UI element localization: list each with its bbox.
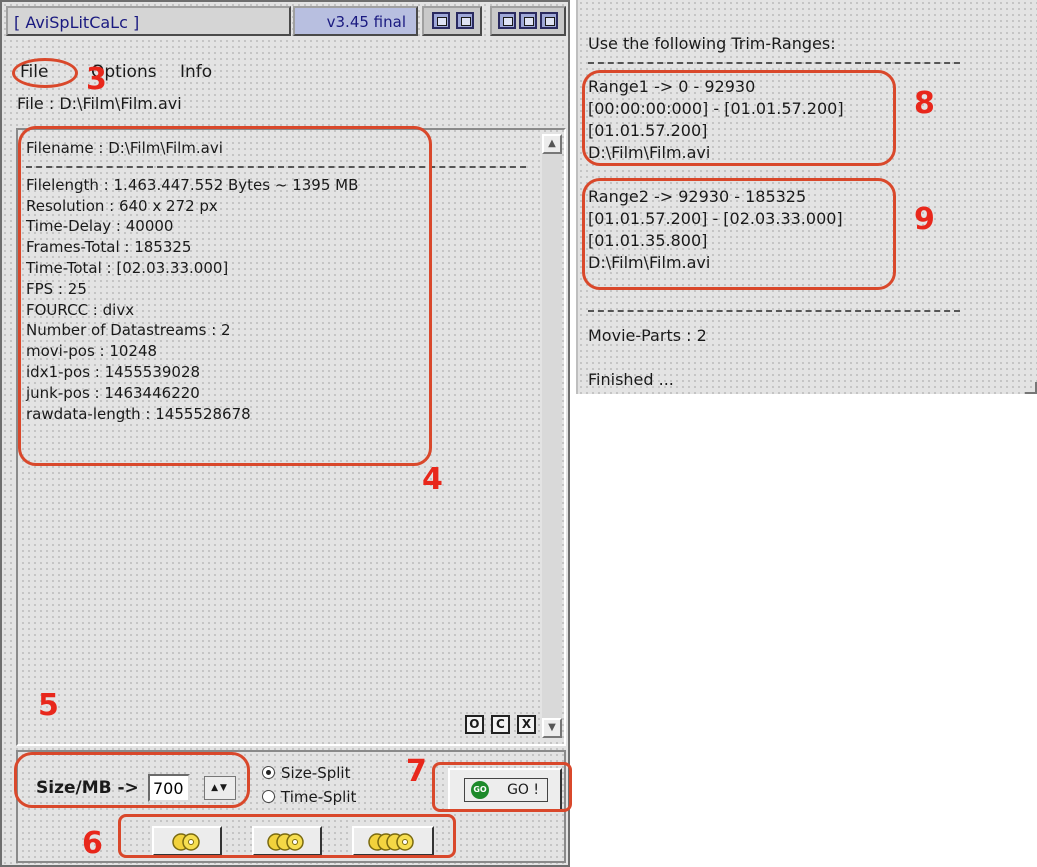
annotation-9: 9: [914, 202, 935, 237]
panel-buttons: O C X: [463, 713, 536, 734]
finished-line: Finished ...: [588, 370, 674, 389]
annotation-range1-outline: [582, 70, 896, 166]
annotation-6: 6: [82, 826, 103, 861]
menu-info[interactable]: Info: [180, 62, 212, 82]
window-tool-buttons: [422, 6, 482, 36]
resize-grip-icon[interactable]: [1025, 382, 1037, 394]
annotation-range2-outline: [582, 178, 896, 290]
radio-size-split-label: Size-Split: [281, 764, 351, 782]
annotation-info-outline: [18, 126, 432, 466]
tool-button-1[interactable]: [432, 12, 450, 29]
title-bar: [ AviSpLitCaLc ] v3.45 final: [6, 6, 566, 40]
log-separator: [588, 62, 960, 64]
open-button[interactable]: O: [464, 715, 484, 734]
radio-selected-icon: [262, 766, 275, 779]
copy-button[interactable]: C: [490, 715, 510, 734]
annotation-4: 4: [422, 462, 443, 497]
annotation-8: 8: [914, 86, 935, 121]
annotation-size-outline: [14, 752, 250, 808]
vertical-scrollbar[interactable]: ▲ ▼: [542, 134, 562, 738]
movie-parts-line: Movie-Parts : 2: [588, 326, 707, 345]
scroll-up-icon[interactable]: ▲: [542, 134, 562, 154]
radio-time-split-label: Time-Split: [281, 788, 357, 806]
minimize-button[interactable]: [498, 12, 516, 29]
maximize-button[interactable]: [519, 12, 537, 29]
annotation-file-menu-outline: [12, 58, 78, 88]
annotation-3: 3: [86, 62, 107, 97]
clear-button[interactable]: X: [517, 715, 536, 734]
title-segment[interactable]: [ AviSpLitCaLc ]: [6, 6, 291, 36]
radio-empty-icon: [262, 790, 275, 803]
radio-size-split[interactable]: Size-Split: [262, 764, 350, 782]
window-control-buttons: [490, 6, 566, 36]
annotation-5: 5: [38, 688, 59, 723]
version-label: v3.45 final: [326, 13, 406, 31]
radio-time-split[interactable]: Time-Split: [262, 788, 356, 806]
log-separator: [588, 310, 960, 312]
annotation-go-outline: [432, 762, 572, 812]
log-header: Use the following Trim-Ranges:: [588, 34, 836, 53]
version-segment: v3.45 final: [293, 6, 418, 36]
tool-button-2[interactable]: [456, 12, 474, 29]
window-title: [ AviSpLitCaLc ]: [14, 13, 140, 32]
annotation-7: 7: [406, 754, 427, 789]
annotation-cd-buttons-outline: [118, 814, 456, 858]
close-button[interactable]: [540, 12, 558, 29]
scroll-down-icon[interactable]: ▼: [542, 718, 562, 738]
